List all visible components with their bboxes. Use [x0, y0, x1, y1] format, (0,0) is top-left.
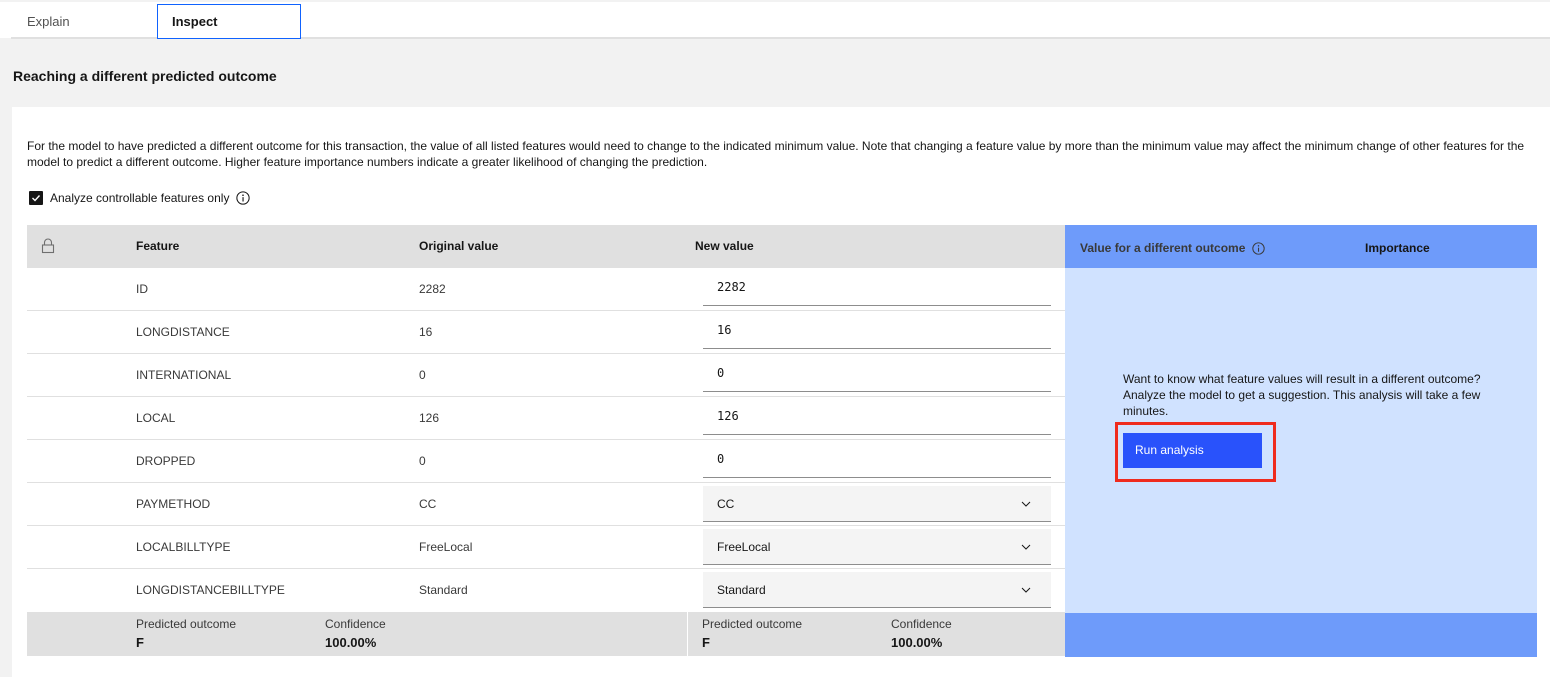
original-confidence-value: 100.00%	[325, 635, 377, 650]
table-row: INTERNATIONAL 0 0	[27, 354, 1065, 397]
section-title: Reaching a different predicted outcome	[13, 68, 277, 84]
description-text: For the model to have predicted a differ…	[27, 139, 1525, 169]
checkmark-icon	[32, 195, 41, 202]
info-icon[interactable]	[236, 191, 251, 205]
chevron-down-icon	[1021, 501, 1031, 507]
controllable-features-label: Analyze controllable features only	[50, 191, 230, 205]
new-value-input[interactable]: 0	[703, 358, 1051, 392]
new-value-select[interactable]: FreeLocal	[703, 529, 1051, 565]
feature-name: DROPPED	[136, 454, 196, 468]
original-value: 126	[419, 411, 440, 425]
original-value: 0	[419, 454, 426, 468]
feature-name: ID	[136, 282, 148, 296]
new-value-input[interactable]: 16	[703, 315, 1051, 349]
prediction-footer: Predicted outcome F Confidence 100.00% P…	[27, 612, 1065, 656]
features-table: Feature Original value New value ID 2282…	[27, 225, 1065, 656]
new-value-select[interactable]: CC	[703, 486, 1051, 522]
feature-name: INTERNATIONAL	[136, 368, 232, 382]
new-outcome-value: F	[702, 635, 710, 650]
new-confidence-label: Confidence	[891, 617, 952, 631]
table-row: DROPPED 0 0	[27, 440, 1065, 483]
header-value-different-outcome: Value for a different outcome	[1080, 225, 1266, 271]
analysis-message: Want to know what feature values will re…	[1123, 372, 1481, 418]
controllable-features-checkbox[interactable]	[29, 191, 43, 205]
feature-name: LONGDISTANCE	[136, 325, 230, 339]
header-value-label: Value for a different outcome	[1080, 241, 1246, 255]
side-panel-header: Value for a different outcome Importance	[1065, 225, 1537, 268]
tab-explain[interactable]: Explain	[11, 4, 157, 39]
select-value: Standard	[717, 583, 766, 597]
controllable-features-option: Analyze controllable features only	[29, 189, 251, 207]
new-value-input[interactable]: 2282	[703, 272, 1051, 306]
tab-divider	[301, 37, 1550, 39]
original-value: FreeLocal	[419, 540, 473, 554]
original-value: 2282	[419, 282, 446, 296]
header-original-value: Original value	[419, 239, 499, 253]
original-value: CC	[419, 497, 437, 511]
new-confidence-value: 100.00%	[891, 635, 943, 650]
chevron-down-icon	[1021, 544, 1031, 550]
original-value: 0	[419, 368, 426, 382]
side-panel-footer	[1065, 613, 1537, 657]
original-outcome-label: Predicted outcome	[136, 617, 237, 631]
table-row: LONGDISTANCEBILLTYPE Standard Standard	[27, 569, 1065, 612]
original-value: Standard	[419, 583, 468, 597]
tab-inspect[interactable]: Inspect	[157, 4, 301, 39]
lock-icon[interactable]	[41, 238, 55, 254]
table-row: PAYMETHOD CC CC	[27, 483, 1065, 526]
info-icon[interactable]	[1252, 241, 1266, 255]
new-value-input[interactable]: 126	[703, 401, 1051, 435]
header-feature: Feature	[136, 239, 180, 253]
table-header: Feature Original value New value	[27, 225, 1065, 268]
header-importance: Importance	[1365, 241, 1430, 255]
feature-name: LONGDISTANCEBILLTYPE	[136, 583, 285, 597]
table-row: LOCALBILLTYPE FreeLocal FreeLocal	[27, 526, 1065, 569]
run-analysis-button[interactable]: Run analysis	[1123, 433, 1262, 468]
different-outcome-panel: Value for a different outcome Importance…	[1065, 225, 1537, 657]
feature-name: PAYMETHOD	[136, 497, 211, 511]
header-new-value: New value	[695, 239, 754, 253]
select-value: CC	[717, 497, 735, 511]
original-value: 16	[419, 325, 433, 339]
feature-name: LOCALBILLTYPE	[136, 540, 231, 554]
new-value-input[interactable]: 0	[703, 444, 1051, 478]
table-row: LOCAL 126 126	[27, 397, 1065, 440]
chevron-down-icon	[1021, 587, 1031, 593]
new-outcome-label: Predicted outcome	[702, 617, 803, 631]
select-value: FreeLocal	[717, 540, 771, 554]
table-row: ID 2282 2282	[27, 268, 1065, 311]
footer-divider	[687, 612, 688, 656]
new-value-select[interactable]: Standard	[703, 572, 1051, 608]
original-confidence-label: Confidence	[325, 617, 386, 631]
feature-name: LOCAL	[136, 411, 176, 425]
table-row: LONGDISTANCE 16 16	[27, 311, 1065, 354]
original-outcome-value: F	[136, 635, 144, 650]
tab-bar: Explain Inspect	[0, 0, 1550, 39]
